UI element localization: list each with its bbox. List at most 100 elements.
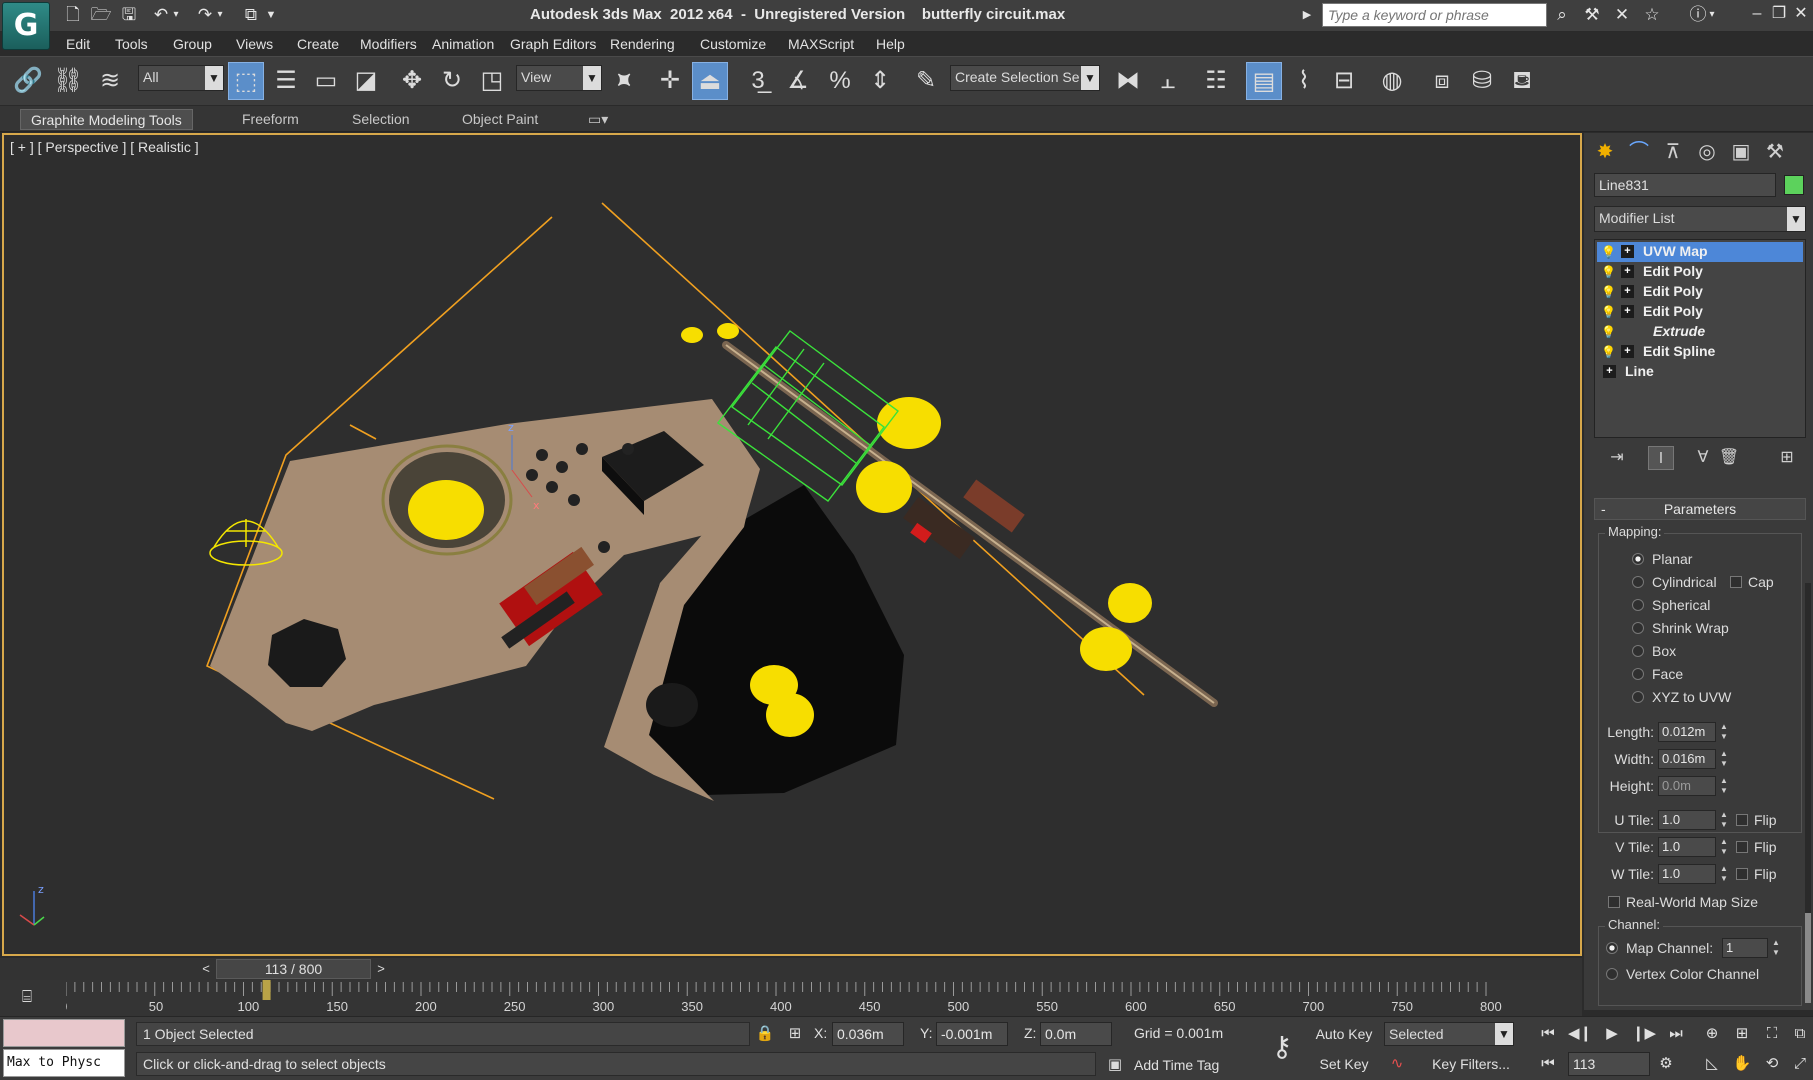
select-and-manipulate-icon[interactable]: ✛ [652, 62, 688, 100]
select-by-name-icon[interactable]: ☰ [268, 62, 304, 100]
spinner-arrows-icon[interactable]: ▲ ▼ [1718, 864, 1730, 884]
key-mode-dropdown[interactable]: Selected ▼ [1384, 1022, 1514, 1046]
expand-plus-icon[interactable]: + [1621, 305, 1634, 318]
set-keys-icon[interactable]: ⚷ [1262, 1029, 1302, 1065]
maxscript-listener-field[interactable] [3, 1019, 125, 1047]
favorites-star-icon[interactable]: ☆ [1640, 4, 1664, 26]
subscription-center-icon[interactable]: ⚒ [1580, 4, 1604, 26]
mapping-shrink-wrap-radio[interactable]: Shrink Wrap [1632, 620, 1729, 640]
v-flip-checkbox[interactable]: Flip [1736, 839, 1777, 855]
auto-key-button[interactable]: Auto Key [1312, 1022, 1376, 1046]
open-file-icon[interactable]: 🗁 [90, 5, 112, 25]
communication-center-icon[interactable]: ✕ [1610, 4, 1634, 26]
tab-object-paint[interactable]: Object Paint [452, 109, 548, 130]
time-slider-prev-button[interactable]: < [196, 959, 216, 979]
ribbon-minimize-icon[interactable]: ▭▾ [584, 109, 612, 130]
stack-item-edit-poly[interactable]: 💡 + Edit Poly [1597, 262, 1803, 282]
search-expand-icon[interactable]: ▶ [1300, 4, 1314, 26]
new-file-icon[interactable]: 🗋 [62, 5, 84, 25]
lock-selection-icon[interactable]: 🔒 [754, 1023, 776, 1045]
mapping-xyz-to-uvw-radio[interactable]: XYZ to UVW [1632, 689, 1731, 709]
bind-to-space-warp-icon[interactable]: ≋ [92, 62, 128, 100]
map-channel-field[interactable]: 1 [1722, 938, 1768, 958]
tab-freeform[interactable]: Freeform [232, 109, 309, 130]
stack-item-edit-spline[interactable]: 💡 + Edit Spline [1597, 342, 1803, 362]
select-and-link-icon[interactable]: 🔗 [10, 62, 46, 100]
project-folder-icon[interactable]: ⧉ [240, 5, 262, 25]
pan-view-icon[interactable]: ✋ [1730, 1052, 1754, 1076]
rendered-frame-window-icon[interactable]: ⛁ [1464, 62, 1500, 100]
binoculars-icon[interactable]: ⌕ [1550, 4, 1574, 26]
use-pivot-point-icon[interactable]: ⯍ [606, 62, 642, 100]
viewport-scene[interactable]: z x z [4, 135, 1580, 954]
zoom-all-icon[interactable]: ⊞ [1730, 1022, 1754, 1046]
expand-plus-icon[interactable]: + [1621, 245, 1634, 258]
show-end-result-icon[interactable]: I [1648, 446, 1674, 470]
default-in-out-tangents-icon[interactable]: ∿ [1386, 1053, 1408, 1075]
width-field[interactable]: 0.016m [1658, 749, 1716, 769]
time-tag-icon[interactable]: ▣ [1104, 1054, 1126, 1076]
lightbulb-icon[interactable]: 💡 [1601, 304, 1616, 320]
w-tile-field[interactable]: 1.0 [1658, 864, 1716, 884]
expand-plus-icon[interactable]: + [1603, 365, 1616, 378]
menu-graph-editors[interactable]: Graph Editors [510, 36, 596, 52]
cap-checkbox[interactable]: Cap [1730, 574, 1774, 594]
stack-item-line[interactable]: + Line [1597, 362, 1803, 382]
spinner-arrows-icon[interactable]: ▲ ▼ [1718, 722, 1730, 742]
configure-modifier-sets-icon[interactable]: ⊞ [1774, 446, 1800, 470]
material-editor-icon[interactable]: ◍ [1374, 62, 1410, 100]
add-time-tag-button[interactable]: Add Time Tag [1134, 1057, 1219, 1073]
percent-snap-icon[interactable]: % [822, 62, 858, 100]
undo-icon[interactable]: ↶ [150, 5, 172, 25]
perspective-viewport[interactable]: [ + ] [ Perspective ] [ Realistic ] z x … [2, 133, 1582, 956]
remove-modifier-icon[interactable]: 🗑 [1716, 446, 1742, 470]
go-to-end-icon[interactable]: ⏭ [1662, 1022, 1690, 1046]
stack-item-edit-poly[interactable]: 💡 + Edit Poly [1597, 282, 1803, 302]
hierarchy-panel-icon[interactable]: ⊼ [1658, 138, 1688, 166]
angle-snap-icon[interactable]: ∡ [780, 62, 816, 100]
orbit-icon[interactable]: ⟲ [1760, 1052, 1784, 1076]
z-coord-field[interactable]: 0.0m [1040, 1022, 1112, 1046]
height-field[interactable]: 0.0m [1658, 776, 1716, 796]
spinner-arrows-icon[interactable]: ▲ ▼ [1718, 810, 1730, 830]
rectangular-selection-region-icon[interactable]: ▭ [308, 62, 344, 100]
parameters-rollout-header[interactable]: - Parameters [1594, 498, 1806, 520]
previous-frame-icon[interactable]: ◀❙ [1566, 1022, 1594, 1046]
spinner-arrows-icon[interactable]: ▲ ▼ [1718, 749, 1730, 769]
save-file-icon[interactable]: 🖫 [118, 5, 140, 25]
edit-named-selection-icon[interactable]: ✎ [908, 62, 944, 100]
window-crossing-icon[interactable]: ◪ [348, 62, 384, 100]
absolute-mode-transform-icon[interactable]: ⊞ [784, 1023, 806, 1045]
unlink-selection-icon[interactable]: ⛓ [50, 62, 86, 100]
lightbulb-icon[interactable]: 💡 [1601, 244, 1616, 260]
track-bar-ruler[interactable]: 0 50 100 150 200 250 300 350 400 450 500 550 600 650 7… [66, 980, 1516, 1016]
v-tile-field[interactable]: 1.0 [1658, 837, 1716, 857]
mapping-planar-radio[interactable]: Planar [1632, 551, 1692, 571]
expand-plus-icon[interactable]: + [1621, 285, 1634, 298]
modify-panel-icon[interactable]: ⌒ [1624, 138, 1654, 166]
menu-help[interactable]: Help [876, 36, 905, 52]
command-panel-scrollbar[interactable] [1805, 583, 1811, 1003]
mapping-face-radio[interactable]: Face [1632, 666, 1683, 686]
zoom-extents-icon[interactable]: ⛶ [1760, 1022, 1784, 1046]
play-icon[interactable]: ▶ [1598, 1022, 1626, 1046]
next-frame-icon[interactable]: ❙▶ [1630, 1022, 1658, 1046]
tab-graphite-modeling-tools[interactable]: Graphite Modeling Tools [20, 109, 193, 130]
current-frame-marker[interactable] [262, 980, 271, 1000]
utilities-panel-icon[interactable]: ⚒ [1760, 138, 1790, 166]
zoom-extents-all-icon[interactable]: ⧉ [1788, 1022, 1812, 1046]
menu-create[interactable]: Create [297, 36, 339, 52]
open-mini-curve-editor-icon[interactable]: ⌸ [14, 986, 40, 1008]
spinner-arrows-icon[interactable]: ▲ ▼ [1770, 938, 1782, 958]
snaps-toggle-icon[interactable]: 3̲ [740, 62, 776, 100]
menu-animation[interactable]: Animation [432, 36, 494, 52]
select-and-move-icon[interactable]: ✥ [394, 62, 430, 100]
menu-views[interactable]: Views [236, 36, 273, 52]
menu-rendering[interactable]: Rendering [610, 36, 675, 52]
go-to-start-icon[interactable]: ⏮ [1534, 1022, 1562, 1046]
w-flip-checkbox[interactable]: Flip [1736, 866, 1777, 882]
render-production-icon[interactable]: ⛾ [1504, 62, 1540, 100]
key-filters-button[interactable]: Key Filters... [1416, 1052, 1526, 1076]
menu-modifiers[interactable]: Modifiers [360, 36, 417, 52]
y-coord-field[interactable]: -0.001m [936, 1022, 1008, 1046]
